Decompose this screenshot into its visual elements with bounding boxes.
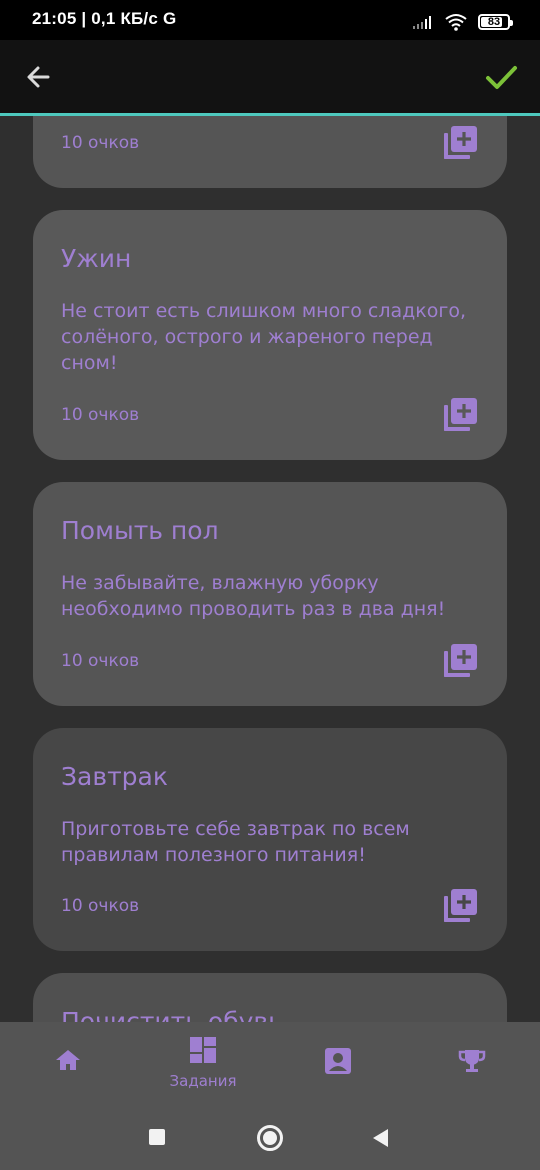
task-title: Завтрак [61,762,168,791]
task-card[interactable]: Завтрак Приготовьте себе завтрак по всем… [33,728,507,951]
task-points: 10 очков [61,651,140,671]
nav-tasks-label: Задания [169,1072,237,1090]
status-bar: 21:05 | 0,1 КБ/с G 83 [0,0,540,40]
battery-icon: 83 [478,14,513,30]
dashboard-icon [190,1037,216,1063]
system-back-icon[interactable] [371,1128,389,1148]
signal-icon [413,16,431,29]
status-icons: 83 [412,12,513,32]
add-task-icon[interactable] [443,644,477,678]
google-icon: G [162,9,177,28]
add-task-icon[interactable] [443,126,477,160]
task-points: 10 очков [61,133,140,153]
nav-achievements[interactable] [454,1022,490,1108]
add-task-icon[interactable] [443,889,477,923]
task-points: 10 очков [61,405,140,425]
task-card[interactable]: Ужин Не стоит есть слишком много сладког… [33,210,507,460]
task-points: 10 очков [61,896,140,916]
check-icon[interactable] [480,56,522,98]
task-card[interactable]: 10 очков [33,116,507,188]
app-bar [0,40,540,113]
status-time-speed: 21:05 | 0,1 КБ/с [32,9,159,28]
system-navigation-bar [0,1108,540,1170]
bottom-navigation: Задания [0,1022,540,1108]
add-task-icon[interactable] [443,398,477,432]
nav-profile[interactable] [320,1022,356,1108]
task-list[interactable]: 10 очков Ужин Не стоит есть слишком мног… [0,116,540,1022]
profile-icon [325,1048,351,1074]
task-description: Не стоит есть слишком много сладкого, со… [61,300,466,374]
status-time: 21:05 | 0,1 КБ/с G [32,9,176,29]
recent-apps-icon[interactable] [149,1129,165,1145]
wifi-icon [445,14,467,31]
task-card[interactable]: Помыть пол Не забывайте, влажную уборку … [33,482,507,706]
trophy-icon [458,1050,486,1072]
nav-tasks[interactable]: Задания [160,1022,246,1108]
task-title: Помыть пол [61,516,219,545]
nav-home[interactable] [50,1022,86,1108]
task-description: Приготовьте себе завтрак по всем правила… [61,818,410,866]
task-title: Ужин [61,244,132,273]
battery-percent: 83 [487,16,501,28]
task-card[interactable]: Почистить обувь [33,973,507,1022]
task-description: Не забывайте, влажную уборку необходимо … [61,572,446,620]
back-arrow-icon[interactable] [20,58,58,96]
home-icon [56,1050,80,1070]
home-button-icon[interactable] [257,1125,283,1151]
task-title: Почистить обувь [61,1007,283,1022]
